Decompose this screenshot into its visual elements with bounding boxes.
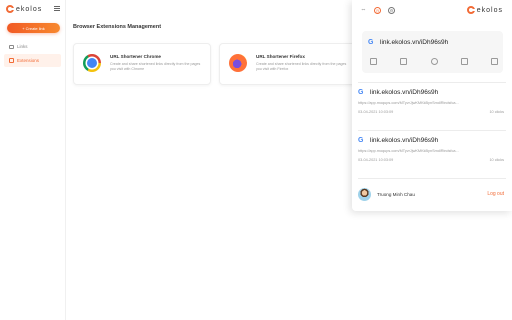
shortlink-actions <box>370 58 498 65</box>
brand-logo[interactable]: ekolos <box>6 5 42 13</box>
menu-icon[interactable] <box>54 6 60 11</box>
create-link-button[interactable]: + Create link <box>7 23 60 33</box>
popup-brand-logo: ekolos <box>466 6 503 14</box>
current-shortlink: G link.ekolos.vn/iDh96s9h <box>362 31 503 73</box>
sidebar-item-label: Links <box>17 44 28 49</box>
extensions-icon <box>9 58 14 63</box>
sidebar-item-label: Extensions <box>17 58 40 63</box>
click-count: 10 clicks <box>489 110 504 114</box>
settings-icon[interactable]: ⚙ <box>388 7 395 14</box>
brand-name: ekolos <box>16 5 43 13</box>
firefox-extension-card[interactable]: URL Shortener Firefox Create and share s… <box>219 43 357 85</box>
extension-description: Create and share shortened links directl… <box>256 62 347 71</box>
google-favicon-icon: G <box>358 89 364 96</box>
logo-icon <box>466 6 475 14</box>
google-favicon-icon: G <box>358 137 364 144</box>
user-name: Truong Minh Chau <box>377 191 415 197</box>
extension-name: URL Shortener Firefox <box>256 54 305 59</box>
create-link-label: + Create link <box>22 25 45 31</box>
avatar <box>358 187 371 201</box>
logout-button[interactable]: Log out <box>487 191 504 197</box>
list-item[interactable]: G link.ekolos.vn/iDh96s9h https://app.mo… <box>358 137 504 177</box>
extension-description: Create and share shortened links directl… <box>110 62 201 71</box>
short-url[interactable]: link.ekolos.vn/iDh96s9h <box>380 39 448 46</box>
sidebar-item-extensions[interactable]: Extensions <box>4 54 61 67</box>
sidebar-item-links[interactable]: Links <box>4 40 61 53</box>
extension-name: URL Shortener Chrome <box>110 54 161 59</box>
long-url: https://app.moqups.com/MTyvrJjwKMKkBynSm… <box>358 101 459 105</box>
history-icon[interactable]: ◷ <box>374 7 381 14</box>
user-row: Truong Minh Chau Log out <box>358 186 504 202</box>
brand-name: ekolos <box>476 6 503 14</box>
edit-icon[interactable] <box>400 58 408 65</box>
firefox-icon <box>229 54 247 72</box>
list-item[interactable]: G link.ekolos.vn/iDh96s9h https://app.mo… <box>358 89 504 129</box>
long-url: https://app.moqups.com/MTyvrJjwKMKkBynSm… <box>358 149 459 153</box>
extension-popup: ⇔ ◷ ⚙ ekolos G link.ekolos.vn/iDh96s9h G… <box>352 0 512 211</box>
divider <box>358 82 506 83</box>
link-icon[interactable]: ⇔ <box>360 7 367 14</box>
logo-icon <box>6 5 14 13</box>
popup-toolbar: ⇔ ◷ ⚙ <box>360 7 395 14</box>
short-url[interactable]: link.ekolos.vn/iDh96s9h <box>370 89 438 96</box>
chrome-extension-card[interactable]: URL Shortener Chrome Create and share sh… <box>73 43 211 85</box>
click-count: 10 clicks <box>489 158 504 162</box>
divider <box>358 178 506 179</box>
chrome-icon <box>83 54 101 72</box>
sidebar: ekolos + Create link Links Extensions <box>0 0 66 320</box>
page-title: Browser Extensions Management <box>73 24 162 30</box>
link-icon <box>9 44 14 49</box>
short-url[interactable]: link.ekolos.vn/iDh96s9h <box>370 137 438 144</box>
created-date: 03-04-2021 10:03:09 <box>358 158 394 162</box>
qr-code-icon[interactable] <box>460 58 468 65</box>
copy-icon[interactable] <box>370 58 377 65</box>
google-favicon-icon: G <box>368 39 374 46</box>
share-icon[interactable] <box>430 58 438 65</box>
created-date: 03-04-2021 10:03:09 <box>358 110 394 114</box>
delete-icon[interactable] <box>491 58 498 65</box>
divider <box>358 130 506 131</box>
